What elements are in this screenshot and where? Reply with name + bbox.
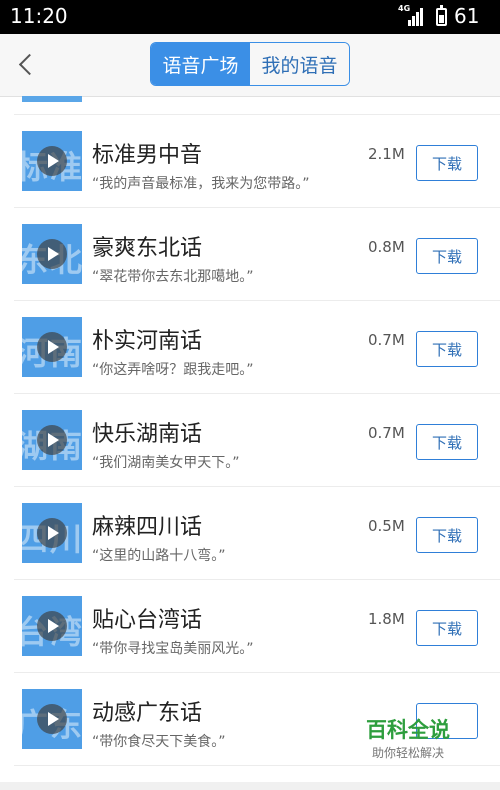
voice-title: 豪爽东北话 [92, 236, 203, 261]
list-item[interactable]: 河南 朴实河南话 “你这弄啥呀？跟我走吧。” 0.7M 下载 [14, 301, 500, 394]
voice-thumbnail [22, 96, 82, 102]
voice-size: 0.5M [368, 517, 405, 535]
status-time: 11:20 [10, 4, 68, 28]
voice-quote: “这里的山路十八弯。” [92, 548, 226, 564]
list-item[interactable]: 东北 豪爽东北话 “翠花带你去东北那噶地。” 0.8M 下载 [14, 208, 500, 301]
voice-title: 朴实河南话 [92, 329, 203, 354]
status-bar: 11:20 4G 61 [0, 0, 500, 34]
voice-quote: “我的声音最标准，我来为您带路。” [92, 176, 310, 192]
download-button[interactable]: 下载 [416, 517, 478, 553]
play-icon[interactable] [37, 146, 67, 176]
play-icon[interactable] [37, 518, 67, 548]
list-item[interactable]: 湖南 快乐湖南话 “我们湖南美女甲天下。” 0.7M 下载 [14, 394, 500, 487]
list-item[interactable]: 标准 标准男中音 “我的声音最标准，我来为您带路。” 2.1M 下载 [14, 115, 500, 208]
next-row-sliver [0, 782, 500, 790]
download-button[interactable]: 下载 [416, 424, 478, 460]
voice-title: 标准男中音 [92, 143, 203, 168]
signal-icon: 4G [398, 4, 426, 26]
download-button[interactable]: 下载 [416, 610, 478, 646]
nav-bar: 语音广场 我的语音 [0, 34, 500, 97]
voice-thumbnail[interactable]: 河南 [22, 317, 82, 377]
network-type-label: 4G [398, 4, 411, 13]
voice-thumbnail[interactable]: 广东 [22, 689, 82, 749]
voice-size: 0.7M [368, 331, 405, 349]
voice-title: 动感广东话 [92, 701, 203, 726]
list-item[interactable]: 台湾 贴心台湾话 “带你寻找宝岛美丽风光。” 1.8M 下载 [14, 580, 500, 673]
play-icon[interactable] [37, 425, 67, 455]
tab-my-voices[interactable]: 我的语音 [250, 43, 349, 85]
voice-size: 2.1M [368, 145, 405, 163]
download-button[interactable]: 下载 [416, 238, 478, 274]
voice-title: 麻辣四川话 [92, 515, 203, 540]
watermark-title: 百科全说 [366, 718, 450, 742]
voice-size: 1.8M [368, 610, 405, 628]
voice-list: 标准 标准男中音 “我的声音最标准，我来为您带路。” 2.1M 下载 东北 豪爽… [0, 96, 500, 790]
voice-size: 0.7M [368, 424, 405, 442]
voice-thumbnail[interactable]: 湖南 [22, 410, 82, 470]
battery-icon [436, 5, 447, 26]
voice-thumbnail[interactable]: 东北 [22, 224, 82, 284]
watermark-subtitle: 助你轻松解决 [372, 746, 445, 760]
voice-thumbnail[interactable]: 标准 [22, 131, 82, 191]
download-button[interactable]: 下载 [416, 331, 478, 367]
voice-quote: “你这弄啥呀？跟我走吧。” [92, 362, 254, 378]
voice-thumbnail[interactable]: 台湾 [22, 596, 82, 656]
play-icon[interactable] [37, 332, 67, 362]
play-icon[interactable] [37, 239, 67, 269]
voice-size: 0.8M [368, 238, 405, 256]
voice-thumbnail[interactable]: 四川 [22, 503, 82, 563]
voice-quote: “我们湖南美女甲天下。” [92, 455, 240, 471]
tab-switcher: 语音广场 我的语音 [150, 42, 350, 86]
list-item-partial [14, 96, 500, 115]
download-button[interactable]: 下载 [416, 145, 478, 181]
battery-level: 61 [454, 4, 480, 28]
chevron-left-icon [18, 53, 41, 76]
play-icon[interactable] [37, 704, 67, 734]
list-item[interactable]: 四川 麻辣四川话 “这里的山路十八弯。” 0.5M 下载 [14, 487, 500, 580]
voice-quote: “带你食尽天下美食。” [92, 734, 226, 750]
voice-quote: “翠花带你去东北那噶地。” [92, 269, 254, 285]
voice-title: 贴心台湾话 [92, 608, 203, 633]
voice-quote: “带你寻找宝岛美丽风光。” [92, 641, 254, 657]
watermark-logo: 百科全说 助你轻松解决 [360, 714, 470, 764]
play-icon[interactable] [37, 611, 67, 641]
tab-voice-square[interactable]: 语音广场 [151, 43, 250, 85]
voice-title: 快乐湖南话 [92, 422, 203, 447]
back-button[interactable] [12, 48, 42, 82]
